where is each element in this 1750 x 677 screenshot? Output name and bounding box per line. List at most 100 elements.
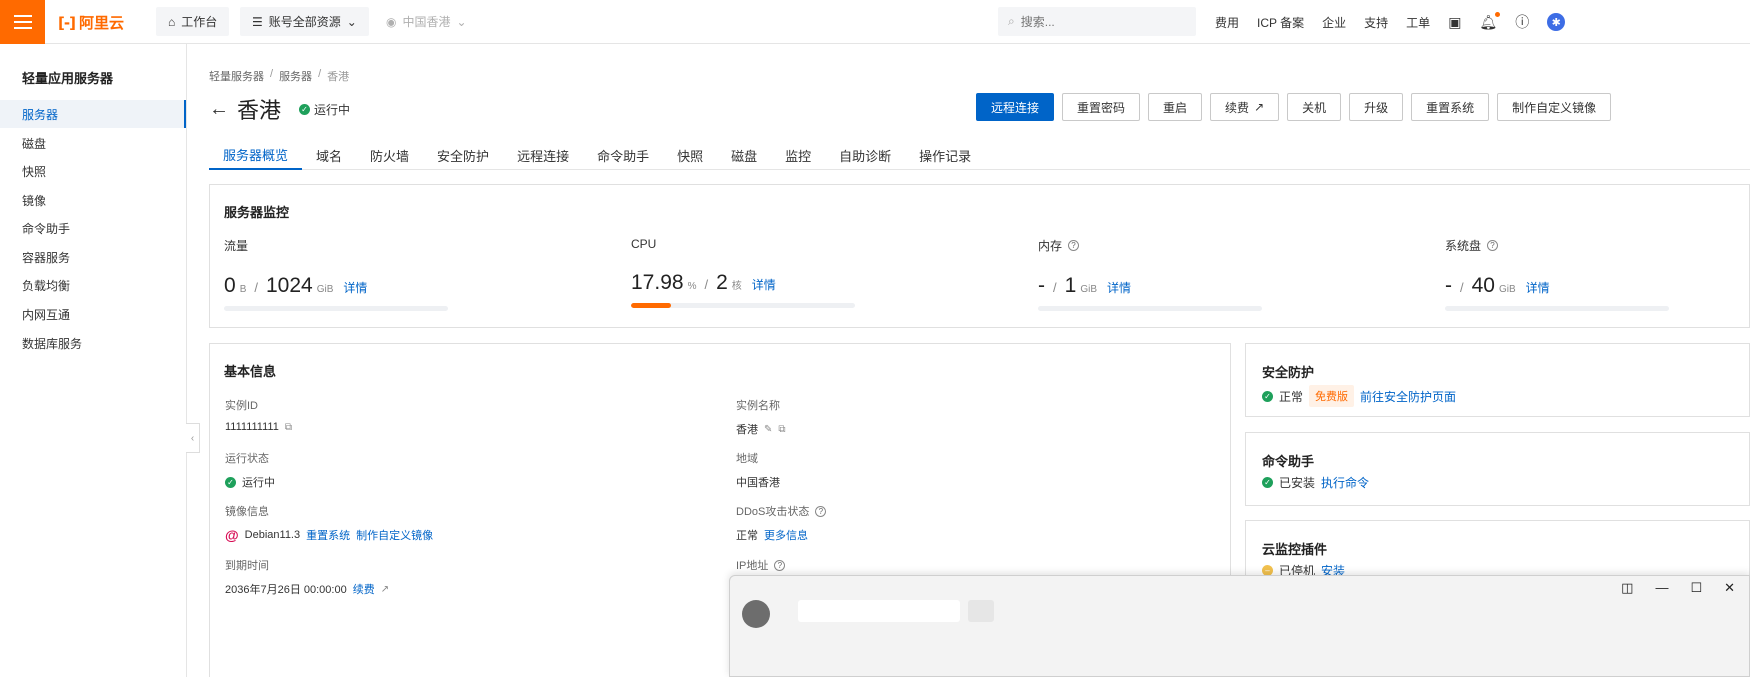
reset-system-link[interactable]: 重置系统: [306, 527, 350, 543]
bell-icon[interactable]: 🔔︎: [1479, 11, 1501, 31]
memory-metric: 内存? - / 1 GiB 详情: [1038, 237, 1262, 311]
icp-link[interactable]: ICP 备案: [1257, 14, 1304, 31]
card-title: 安全防护: [1262, 365, 1315, 380]
sidebar-item-intranet[interactable]: 内网互通: [0, 300, 186, 328]
breadcrumb-separator: /: [318, 68, 322, 80]
search-input[interactable]: [1020, 14, 1171, 29]
tab-domain[interactable]: 域名: [302, 140, 356, 170]
sidebar-item-snapshots[interactable]: 快照: [0, 157, 186, 185]
sidebar-item-database[interactable]: 数据库服务: [0, 329, 186, 357]
tab-disk[interactable]: 磁盘: [717, 140, 771, 170]
cpu-detail-link[interactable]: 详情: [752, 276, 776, 293]
upgrade-button[interactable]: 升级: [1349, 93, 1404, 121]
sidebar-collapse-handle[interactable]: ‹: [186, 423, 200, 453]
menu-icon[interactable]: [0, 0, 45, 44]
tab-remote[interactable]: 远程连接: [503, 140, 583, 170]
renew-button[interactable]: 续费 ↗: [1210, 93, 1280, 121]
add-button[interactable]: [968, 600, 994, 622]
fees-link[interactable]: 费用: [1215, 14, 1239, 31]
support-link[interactable]: 支持: [1364, 14, 1388, 31]
help-icon[interactable]: ?: [1487, 240, 1499, 251]
help-icon[interactable]: ?: [774, 559, 786, 571]
close-icon[interactable]: ✕: [1724, 580, 1735, 596]
card-title: 云监控插件: [1262, 542, 1328, 557]
check-circle-icon: ✓: [225, 476, 236, 488]
shutdown-button[interactable]: 关机: [1287, 93, 1342, 121]
renew-link[interactable]: 续费: [353, 581, 375, 597]
avatar[interactable]: [742, 600, 770, 628]
sidebar-item-command[interactable]: 命令助手: [0, 214, 186, 242]
reset-password-button[interactable]: 重置密码: [1062, 93, 1141, 121]
disk-metric: 系统盘? - / 40 GiB 详情: [1445, 237, 1669, 311]
breadcrumb-item[interactable]: 轻量服务器: [209, 68, 264, 84]
metric-used: -: [1038, 274, 1045, 297]
resource-scope-dropdown[interactable]: ☰ 账号全部资源 ⌄: [240, 7, 369, 36]
sidebar-item-disks[interactable]: 磁盘: [0, 129, 186, 157]
minimize-icon[interactable]: —: [1655, 580, 1668, 596]
disk-detail-link[interactable]: 详情: [1526, 279, 1550, 296]
window-search-input[interactable]: [798, 600, 960, 622]
back-arrow-icon[interactable]: ←: [209, 98, 229, 121]
field-label: 地域: [736, 453, 758, 465]
tab-diagnosis[interactable]: 自助诊断: [825, 140, 905, 170]
global-search[interactable]: ⌕: [998, 7, 1196, 36]
tab-snapshot[interactable]: 快照: [663, 140, 717, 170]
aliyun-logo[interactable]: [-] 阿里云: [58, 12, 124, 33]
sidebar-item-containers[interactable]: 容器服务: [0, 243, 186, 271]
restart-button[interactable]: 重启: [1148, 93, 1203, 121]
sidebar-toggle-icon[interactable]: ◫: [1621, 580, 1633, 596]
tab-firewall[interactable]: 防火墙: [356, 140, 423, 170]
breadcrumb: 轻量服务器 / 服务器 / 香港: [209, 68, 349, 84]
metric-unit: GiB: [1498, 284, 1516, 295]
instance-id-field: 实例ID 1111111111 ⧉: [225, 397, 292, 433]
tab-monitor[interactable]: 监控: [771, 140, 825, 170]
home-icon: ⌂: [168, 14, 176, 29]
image-value: Debian11.3: [244, 529, 301, 541]
expire-field: 到期时间 2036年7月26日 00:00:00 续费 ↗: [225, 557, 389, 597]
tab-overview[interactable]: 服务器概览: [209, 140, 303, 170]
metric-total: 1024: [265, 274, 313, 297]
sidebar-item-loadbalancer[interactable]: 负载均衡: [0, 271, 186, 299]
reset-system-button[interactable]: 重置系统: [1411, 93, 1490, 121]
traffic-detail-link[interactable]: 详情: [343, 279, 367, 296]
user-avatar[interactable]: ✱: [1547, 13, 1566, 31]
instance-name-value: 香港: [736, 424, 758, 436]
sidebar-item-servers[interactable]: 服务器: [0, 100, 186, 128]
chevron-down-icon: ⌄: [346, 14, 357, 29]
external-link-icon[interactable]: ↗: [381, 584, 389, 595]
metric-unit: GiB: [1080, 284, 1097, 295]
security-page-link[interactable]: 前往安全防护页面: [1360, 388, 1456, 405]
help-icon[interactable]: ⓘ: [1515, 12, 1529, 32]
create-image-button[interactable]: 制作自定义镜像: [1497, 93, 1612, 121]
ddos-more-link[interactable]: 更多信息: [764, 527, 808, 543]
help-icon[interactable]: ?: [1068, 240, 1080, 251]
run-command-link[interactable]: 执行命令: [1321, 474, 1369, 491]
copy-icon[interactable]: ⧉: [778, 424, 785, 435]
help-icon[interactable]: ?: [815, 505, 827, 517]
disk-progress-bar: [1445, 306, 1669, 311]
copy-icon[interactable]: ⧉: [285, 422, 292, 433]
tab-security[interactable]: 安全防护: [423, 140, 503, 170]
remote-connect-button[interactable]: 远程连接: [976, 93, 1055, 121]
enterprise-link[interactable]: 企业: [1322, 14, 1346, 31]
memory-detail-link[interactable]: 详情: [1107, 279, 1131, 296]
terminal-icon[interactable]: ▣: [1448, 14, 1461, 31]
search-icon: ⌕: [1008, 14, 1015, 28]
breadcrumb-current: 香港: [327, 71, 350, 83]
field-label: IP地址: [736, 560, 769, 572]
metric-unit: 核: [731, 281, 742, 292]
check-circle-icon: ✓: [1262, 390, 1273, 402]
breadcrumb-item[interactable]: 服务器: [279, 68, 312, 84]
tab-command[interactable]: 命令助手: [583, 140, 663, 170]
maximize-icon[interactable]: ☐: [1690, 580, 1702, 596]
check-circle-icon: ✓: [1262, 477, 1273, 488]
workbench-button[interactable]: ⌂ 工作台: [156, 7, 230, 36]
tab-logs[interactable]: 操作记录: [905, 140, 985, 170]
sidebar-item-images[interactable]: 镜像: [0, 186, 186, 214]
edit-icon[interactable]: ✎: [764, 424, 772, 435]
free-badge: 免费版: [1309, 385, 1355, 407]
cpu-progress-fill: [631, 303, 672, 308]
region-dropdown[interactable]: ◉ 中国香港 ⌄: [374, 7, 479, 36]
create-image-link[interactable]: 制作自定义镜像: [356, 527, 433, 543]
ticket-link[interactable]: 工单: [1406, 14, 1430, 31]
